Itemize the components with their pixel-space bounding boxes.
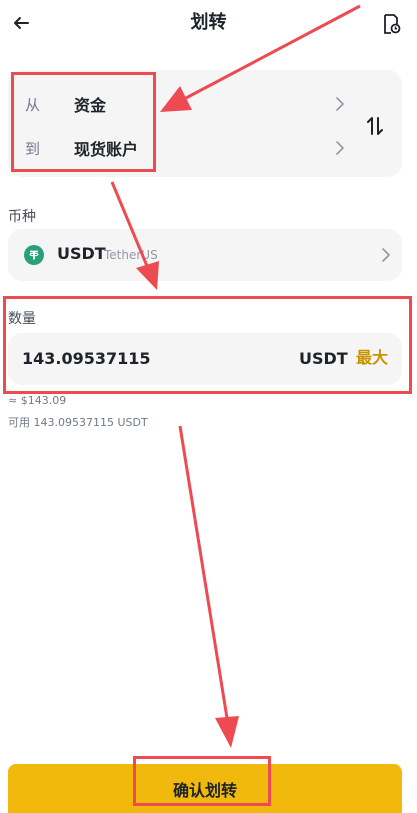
chevron-right-icon <box>336 141 344 155</box>
annotation-arrow <box>178 425 239 748</box>
amount-input[interactable]: 143.09537115 <box>22 349 151 369</box>
transfer-history-button[interactable] <box>378 11 404 37</box>
amount-unit: USDT <box>299 349 348 368</box>
amount-field[interactable]: 143.09537115 USDT 最大 <box>8 333 402 385</box>
max-button[interactable]: 最大 <box>356 348 388 368</box>
usdt-logo-icon <box>24 245 44 265</box>
quantity-section-label: 数量 <box>8 311 36 327</box>
to-account-selector[interactable]: 到 现货账户 <box>8 130 356 166</box>
swap-vertical-icon <box>367 117 383 135</box>
page-title: 划转 <box>190 12 227 33</box>
from-account-value: 资金 <box>74 96 107 115</box>
chevron-right-icon <box>382 248 390 262</box>
coin-symbol: USDT <box>57 244 106 263</box>
coin-full-name: TetherUS <box>104 248 158 262</box>
to-label: 到 <box>25 139 41 158</box>
from-account-selector[interactable]: 从 资金 <box>8 86 356 122</box>
approx-usd-value: ≈ $143.09 <box>8 394 67 407</box>
confirm-transfer-button[interactable]: 确认划转 <box>8 764 402 813</box>
transfer-page: 划转 从 资金 到 现货账户 币种 USDT TetherUS 数量 143.0… <box>0 0 417 813</box>
to-account-value: 现货账户 <box>74 140 139 159</box>
chevron-right-icon <box>336 97 344 111</box>
from-label: 从 <box>25 95 41 114</box>
transfer-history-icon <box>384 14 401 34</box>
available-balance: 可用 143.09537115 USDT <box>8 416 148 429</box>
coin-section-label: 币种 <box>8 209 36 225</box>
from-to-card: 从 资金 到 现货账户 <box>8 70 402 177</box>
swap-accounts-button[interactable] <box>360 112 390 140</box>
coin-selector[interactable]: USDT TetherUS <box>8 229 402 281</box>
